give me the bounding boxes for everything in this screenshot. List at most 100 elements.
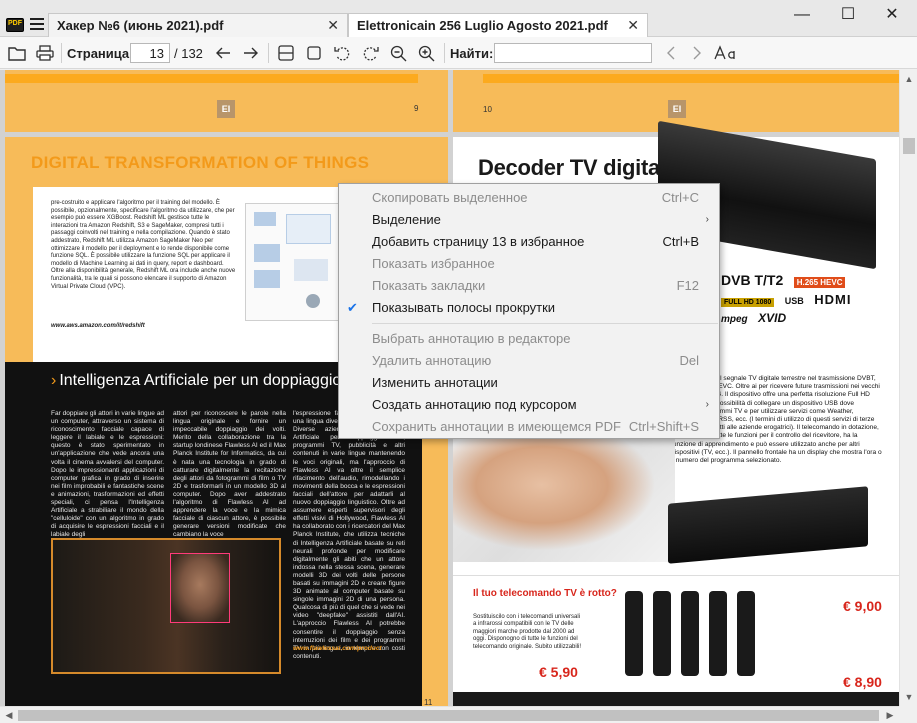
- price-tag: € 5,90: [539, 664, 578, 680]
- close-window-button[interactable]: ✕: [869, 0, 915, 30]
- vertical-scroll-thumb[interactable]: [903, 138, 915, 154]
- ai-article-column-2: attori per riconoscere le parole nella l…: [173, 410, 286, 539]
- menu-item-edit-annotations[interactable]: Изменить аннотации: [339, 372, 719, 394]
- rotate-right-icon[interactable]: [359, 42, 381, 64]
- find-previous-icon[interactable]: [660, 42, 682, 64]
- toolbar-separator: [61, 43, 62, 63]
- open-folder-icon[interactable]: [6, 42, 28, 64]
- app-window: PDF Хакер №6 (июнь 2021).pdf ✕ Elettroni…: [0, 0, 917, 723]
- find-next-icon[interactable]: [686, 42, 708, 64]
- menu-item-add-favorite[interactable]: Добавить страницу 13 в избранное Ctrl+B: [339, 231, 719, 253]
- remote-advert: Il tuo telecomando TV è rotto? Sostituis…: [453, 575, 899, 706]
- title-arrow: ›: [51, 372, 57, 389]
- match-case-icon[interactable]: [713, 42, 739, 64]
- horizontal-scrollbar[interactable]: ◀ ▶: [0, 706, 899, 723]
- menu-item-select-annotation[interactable]: Выбрать аннотацию в редакторе: [339, 328, 719, 350]
- tab-close-icon[interactable]: ✕: [327, 17, 339, 34]
- submenu-arrow-icon: ›: [705, 399, 709, 410]
- remote-image: [737, 591, 755, 676]
- maximize-button[interactable]: ☐: [825, 0, 871, 30]
- toolbar-separator: [268, 43, 269, 63]
- tab-document-1[interactable]: Хакер №6 (июнь 2021).pdf ✕: [48, 13, 348, 37]
- vertical-scrollbar[interactable]: ▲ ▼: [899, 70, 917, 706]
- face-detection-box: [170, 553, 230, 623]
- menu-item-label: Показать избранное: [372, 256, 495, 271]
- print-icon[interactable]: [34, 42, 56, 64]
- hamburger-menu-icon[interactable]: [30, 18, 44, 32]
- title-bar: PDF Хакер №6 (июнь 2021).pdf ✕ Elettroni…: [0, 0, 917, 37]
- xvid-logo: XVID: [758, 311, 787, 325]
- menu-item-label: Создать аннотацию под курсором: [372, 397, 577, 412]
- article-url: www.aws.amazon.com/it/redshift: [51, 323, 145, 329]
- horizontal-scroll-thumb[interactable]: [18, 710, 879, 721]
- ai-article-title: › Intelligenza Artificiale per un doppiag…: [51, 372, 358, 390]
- menu-item-save-annotations[interactable]: Сохранить аннотации в имеющемся PDF Ctrl…: [339, 416, 719, 438]
- ai-title-text: Intelligenza Artificiale per un doppiagg…: [59, 372, 359, 389]
- article-title: DIGITAL TRANSFORMATION OF THINGS: [31, 153, 370, 172]
- menu-item-show-favorites[interactable]: Показать избранное: [339, 253, 719, 275]
- price-tag: € 9,00: [843, 598, 882, 614]
- scrollbar-corner: [899, 706, 917, 723]
- architecture-diagram: [245, 203, 340, 321]
- menu-item-create-annotation[interactable]: Создать аннотацию под курсором ›: [339, 394, 719, 416]
- menu-item-label: Скопировать выделенное: [372, 190, 528, 205]
- page-number-input[interactable]: [130, 43, 170, 63]
- next-page-arrow-icon[interactable]: [240, 42, 262, 64]
- previous-page-arrow-icon[interactable]: [212, 42, 234, 64]
- submenu-arrow-icon: ›: [705, 214, 709, 225]
- menu-item-shortcut: Ctrl+Shift+S: [628, 419, 699, 434]
- menu-item-label: Показать закладки: [372, 278, 486, 293]
- page-footer-band: [453, 692, 899, 706]
- check-icon: ✔: [347, 300, 358, 315]
- decoder-back-photo: [668, 486, 868, 564]
- zoom-in-icon[interactable]: [415, 42, 437, 64]
- menu-item-label: Удалить аннотацию: [372, 353, 492, 368]
- menu-item-show-bookmarks[interactable]: Показать закладки F12: [339, 275, 719, 297]
- menu-item-label: Выделение: [372, 212, 441, 227]
- toolbar: Страница: / 132 Найти:: [0, 37, 917, 69]
- page-top-stripe: [483, 74, 899, 83]
- menu-item-copy-selection[interactable]: Скопировать выделенное Ctrl+C: [339, 187, 719, 209]
- app-logo-icon[interactable]: PDF: [6, 18, 24, 32]
- tab-label: Elettronicain 256 Luglio Agosto 2021.pdf: [357, 18, 608, 33]
- tab-document-2[interactable]: Elettronicain 256 Luglio Agosto 2021.pdf…: [348, 13, 648, 37]
- hevc-logo: H.265 HEVC: [793, 277, 846, 288]
- page-side-band: [5, 187, 33, 362]
- remote-image: [653, 591, 671, 676]
- page-label: Страница:: [67, 46, 134, 61]
- context-menu: Скопировать выделенное Ctrl+C Выделение …: [338, 183, 720, 439]
- remote-image: [709, 591, 727, 676]
- fit-width-icon[interactable]: [275, 42, 297, 64]
- menu-item-shortcut: F12: [676, 278, 699, 293]
- ai-article-column-1: Far doppiare gli attori in varie lingue …: [51, 410, 164, 539]
- page-total: / 132: [174, 46, 203, 61]
- tab-label: Хакер №6 (июнь 2021).pdf: [57, 18, 224, 33]
- menu-item-label: Сохранить аннотации в имеющемся PDF: [372, 419, 621, 434]
- scroll-left-arrow-icon[interactable]: ◀: [0, 707, 18, 723]
- hand-shape: [453, 422, 675, 562]
- advert-title: Il tuo telecomando TV è rotto?: [473, 588, 617, 599]
- menu-item-label: Выбрать аннотацию в редакторе: [372, 331, 571, 346]
- menu-item-show-scrollbars[interactable]: ✔ Показывать полосы прокрутки: [339, 297, 719, 319]
- rotate-left-icon[interactable]: [331, 42, 353, 64]
- zoom-out-icon[interactable]: [387, 42, 409, 64]
- scroll-down-arrow-icon[interactable]: ▼: [900, 688, 917, 706]
- scroll-up-arrow-icon[interactable]: ▲: [900, 70, 917, 88]
- minimize-button[interactable]: —: [779, 0, 825, 30]
- usb-logo: USB: [784, 296, 804, 306]
- menu-item-selection[interactable]: Выделение ›: [339, 209, 719, 231]
- remote-image: [681, 591, 699, 676]
- fullhd-logo: FULL HD 1080: [721, 298, 775, 307]
- find-label: Найти:: [450, 46, 494, 61]
- menu-item-label: Изменить аннотации: [372, 375, 498, 390]
- menu-item-shortcut: Del: [679, 353, 699, 368]
- find-input[interactable]: [494, 43, 652, 63]
- tab-close-icon[interactable]: ✕: [627, 17, 639, 34]
- mpeg-logo: mpeg: [721, 314, 748, 325]
- page-number: 11: [424, 698, 433, 706]
- page-number: 9: [414, 104, 419, 113]
- scroll-right-arrow-icon[interactable]: ▶: [881, 707, 899, 723]
- menu-item-delete-annotation[interactable]: Удалить аннотацию Del: [339, 350, 719, 372]
- face-tracking-photo: [51, 538, 281, 674]
- fit-page-icon[interactable]: [303, 42, 325, 64]
